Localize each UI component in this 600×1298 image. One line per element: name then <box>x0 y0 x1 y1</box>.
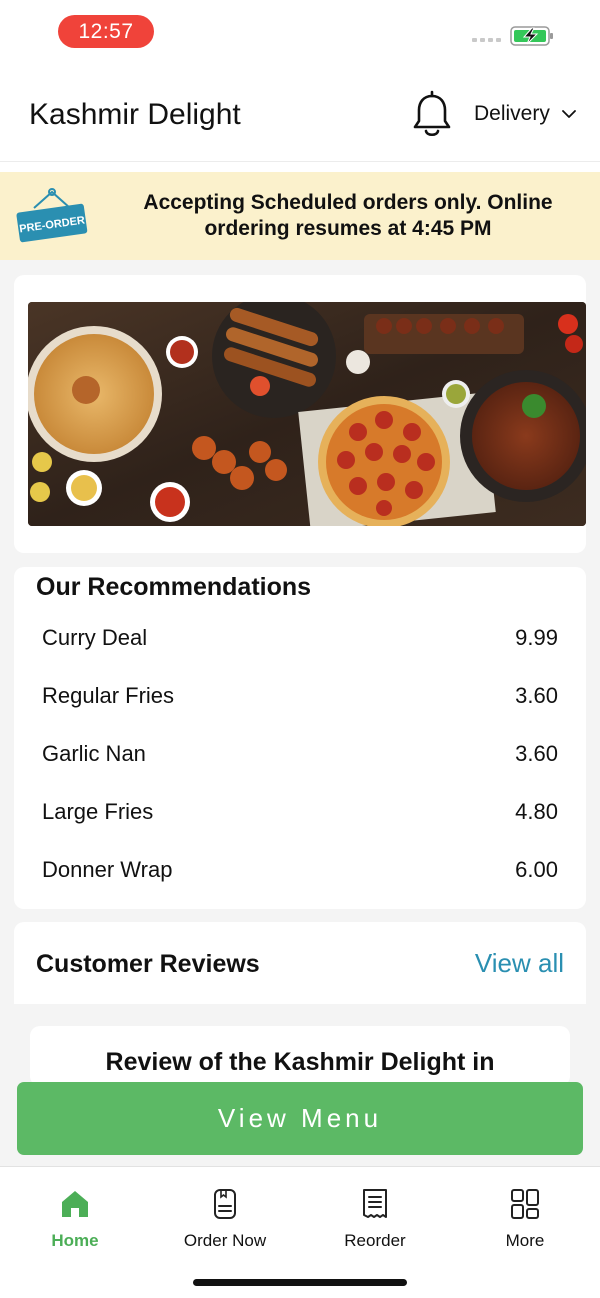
signal-icon <box>472 38 501 42</box>
customer-reviews-header: Customer Reviews View all <box>14 922 586 1004</box>
battery-charging-icon <box>510 26 553 46</box>
tab-home-label: Home <box>51 1231 99 1250</box>
restaurant-title: Kashmir Delight <box>29 98 241 131</box>
view-menu-button[interactable]: View Menu <box>17 1082 583 1155</box>
app-header: Kashmir Delight Delivery <box>0 62 600 162</box>
schedule-banner: PRE-ORDER Accepting Scheduled orders onl… <box>0 172 600 260</box>
status-bar: 12:57 <box>0 0 600 62</box>
home-icon <box>62 1191 88 1217</box>
tab-reorder-label: Reorder <box>344 1231 406 1250</box>
item-name: Garlic Nan <box>42 741 146 766</box>
item-name: Donner Wrap <box>42 857 173 882</box>
recommendation-item[interactable]: Curry Deal 9.99 <box>42 618 558 658</box>
item-price: 9.99 <box>515 625 558 650</box>
recommendation-item[interactable]: Donner Wrap 6.00 <box>42 850 558 890</box>
recommendation-item[interactable]: Large Fries 4.80 <box>42 792 558 832</box>
tab-more[interactable]: More <box>465 1187 585 1257</box>
order-icon <box>214 1189 236 1219</box>
review-card[interactable]: Review of the Kashmir Delight in <box>30 1026 570 1086</box>
tab-order-now[interactable]: Order Now <box>165 1187 285 1257</box>
tab-more-label: More <box>505 1231 545 1250</box>
item-name: Regular Fries <box>42 683 175 708</box>
pre-order-sign-icon: PRE-ORDER <box>16 188 88 243</box>
recommendations-card: Our Recommendations Curry Deal 9.99 Regu… <box>14 567 586 909</box>
tab-reorder[interactable]: Reorder <box>315 1187 435 1257</box>
delivery-mode-label: Delivery <box>474 102 550 125</box>
delivery-mode-dropdown[interactable]: Delivery <box>474 102 576 126</box>
item-name: Large Fries <box>42 799 154 824</box>
recommendations-title: Our Recommendations <box>36 573 312 601</box>
item-price: 3.60 <box>515 741 558 766</box>
tab-order-now-label: Order Now <box>183 1231 267 1250</box>
item-name: Curry Deal <box>42 625 148 650</box>
item-price: 4.80 <box>515 799 558 824</box>
tab-home[interactable]: Home <box>15 1187 135 1257</box>
food-hero-image <box>28 302 586 526</box>
status-time: 12:57 <box>58 15 154 48</box>
bell-icon[interactable] <box>410 90 454 140</box>
view-all-reviews-link[interactable]: View all <box>475 948 564 979</box>
recommendation-item[interactable]: Regular Fries 3.60 <box>42 676 558 716</box>
item-price: 6.00 <box>515 857 558 882</box>
hero-card <box>14 275 586 553</box>
home-indicator <box>193 1279 407 1286</box>
grid-icon <box>511 1189 539 1219</box>
review-title: Review of the Kashmir Delight in <box>105 1048 495 1076</box>
chevron-down-icon <box>561 110 576 118</box>
reviews-title: Customer Reviews <box>36 950 260 978</box>
item-price: 3.60 <box>515 683 558 708</box>
banner-message: Accepting Scheduled orders only. Online … <box>143 191 553 240</box>
receipt-icon <box>363 1189 387 1218</box>
recommendation-item[interactable]: Garlic Nan 3.60 <box>42 734 558 774</box>
bottom-tab-bar: Home Order Now Reorder More <box>0 1166 600 1298</box>
